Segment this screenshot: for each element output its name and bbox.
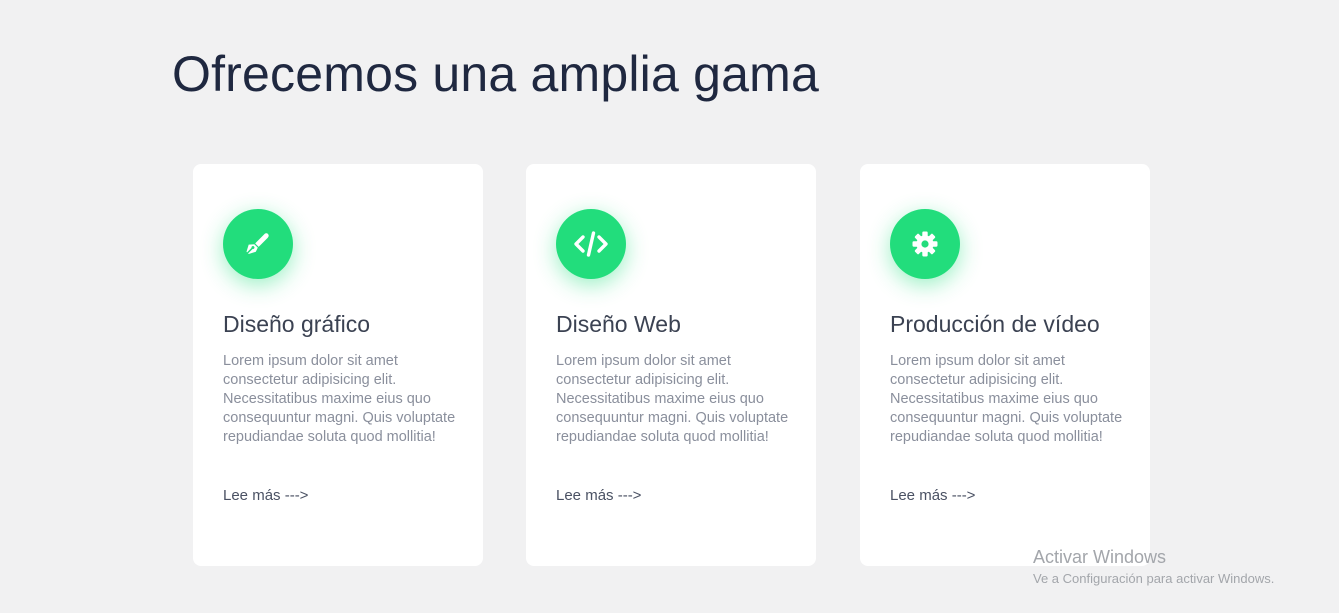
- gear-icon: [912, 231, 938, 257]
- card-title: Diseño gráfico: [223, 311, 371, 337]
- watermark-title: Activar Windows: [1033, 547, 1167, 567]
- service-card-video-production: Producción de vídeo Lorem ipsum dolor si…: [860, 164, 1150, 566]
- windows-activation-watermark: Activar Windows Ve a Configuración para …: [1033, 546, 1274, 589]
- service-card-graphic-design: Diseño gráfico Lorem ipsum dolor sit ame…: [193, 164, 483, 566]
- card-title: Diseño Web: [556, 311, 681, 337]
- card-description: Lorem ipsum dolor sit amet consectetur a…: [223, 353, 456, 445]
- read-more-link[interactable]: Lee más --->: [556, 486, 641, 506]
- read-more-link[interactable]: Lee más --->: [890, 486, 975, 506]
- card-description: Lorem ipsum dolor sit amet consectetur a…: [890, 353, 1123, 445]
- card-title: Producción de vídeo: [890, 311, 1100, 337]
- pen-nib-icon: [246, 233, 269, 254]
- service-card-web-design: Diseño Web Lorem ipsum dolor sit amet co…: [526, 164, 816, 566]
- icon-badge: [223, 209, 293, 279]
- code-icon: [574, 231, 608, 257]
- icon-badge: [556, 209, 626, 279]
- card-description: Lorem ipsum dolor sit amet consectetur a…: [556, 353, 789, 445]
- icon-badge: [890, 209, 960, 279]
- watermark-subtitle: Ve a Configuración para activar Windows.: [1033, 571, 1275, 586]
- read-more-link[interactable]: Lee más --->: [223, 486, 308, 506]
- page-title: Ofrecemos una amplia gama: [172, 46, 819, 102]
